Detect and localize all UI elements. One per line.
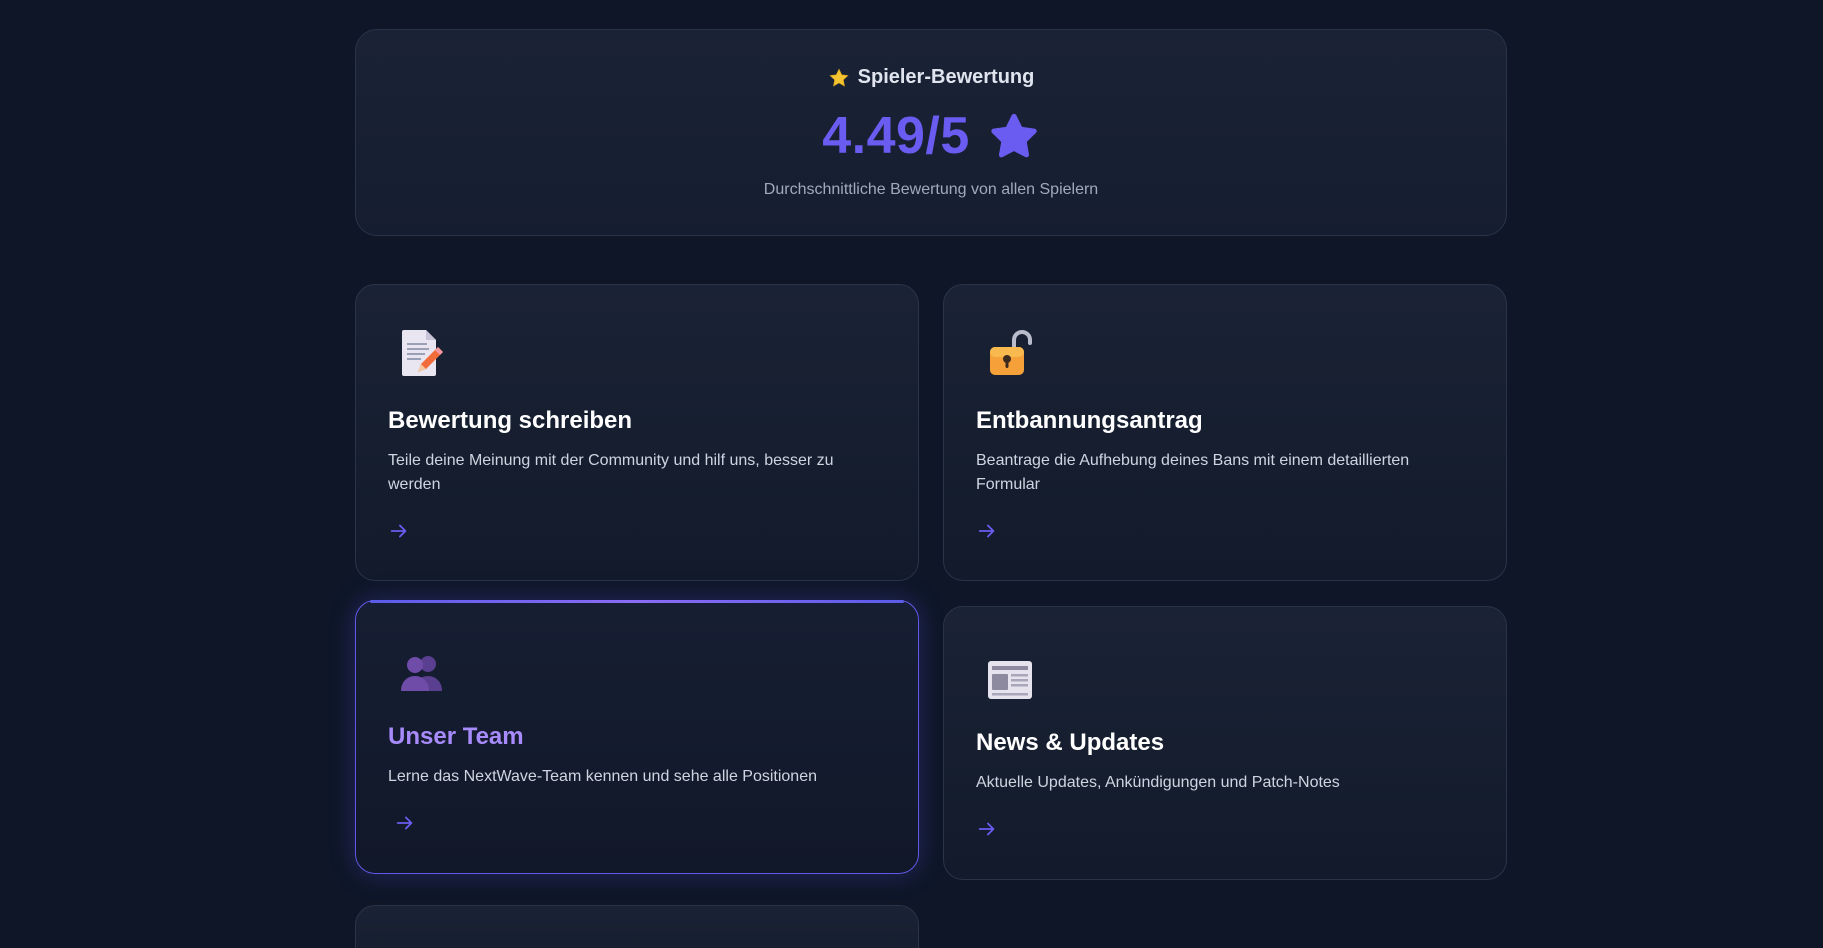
card-title: Unser Team <box>388 723 524 750</box>
star-icon <box>829 67 849 87</box>
unlocked-padlock-icon <box>990 330 1032 375</box>
card-title: News & Updates <box>976 729 1165 756</box>
arrow-right-icon[interactable] <box>394 812 416 834</box>
team-silhouettes-icon <box>401 656 442 691</box>
star-icon <box>991 113 1037 158</box>
card-unban-request[interactable]: Entbannungsantrag Beantrage die Aufhebun… <box>943 284 1507 581</box>
card-description: Lerne das NextWave-Team kennen und sehe … <box>388 768 817 785</box>
card-write-review[interactable]: Bewertung schreiben Teile deine Meinung … <box>355 284 919 581</box>
card-news-updates[interactable]: News & Updates Aktuelle Updates, Ankündi… <box>943 606 1507 880</box>
card-title: Entbannungsantrag <box>976 407 1203 434</box>
card-description: Beantrage die Aufhebung deines Bans mit … <box>976 452 1410 493</box>
card-partial[interactable] <box>355 905 919 948</box>
arrow-right-icon[interactable] <box>388 520 410 542</box>
page: Spieler-Bewertung 4.49/5 Durchschnittlic… <box>0 0 1823 948</box>
memo-icon <box>402 330 443 376</box>
card-our-team[interactable]: Unser Team Lerne das NextWave-Team kenne… <box>355 600 919 874</box>
rating-value-row: 4.49/5 <box>356 106 1506 166</box>
card-description: Aktuelle Updates, Ankündigungen und Patc… <box>976 774 1340 791</box>
arrow-right-icon[interactable] <box>976 520 998 542</box>
newspaper-icon <box>988 661 1032 699</box>
rating-value: 4.49/5 <box>822 107 970 165</box>
arrow-right-icon[interactable] <box>976 818 998 840</box>
rating-heading: Spieler-Bewertung <box>356 66 1506 89</box>
card-description: Teile deine Meinung mit der Community un… <box>388 452 834 493</box>
rating-heading-label: Spieler-Bewertung <box>857 66 1035 88</box>
rating-subtitle: Durchschnittliche Bewertung von allen Sp… <box>763 181 1099 198</box>
card-title: Bewertung schreiben <box>388 407 633 434</box>
rating-card: Spieler-Bewertung 4.49/5 Durchschnittlic… <box>355 29 1507 236</box>
